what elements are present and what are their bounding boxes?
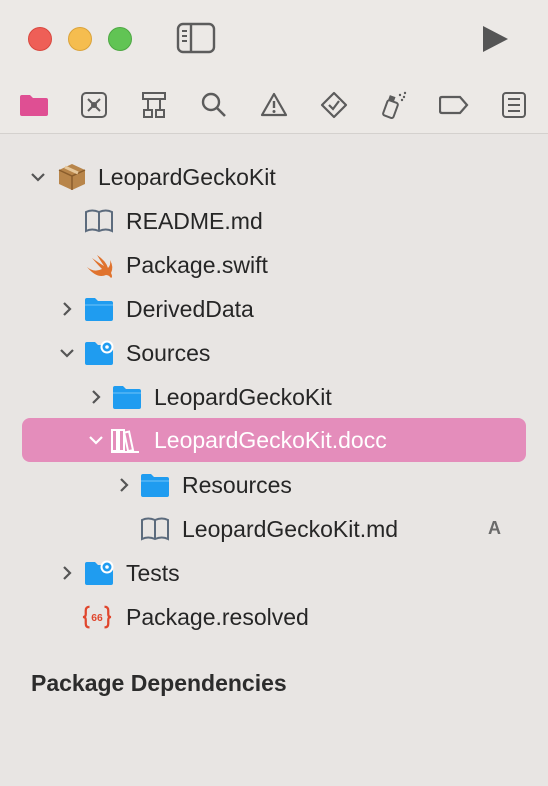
tag-icon[interactable]	[439, 90, 469, 120]
tree-label: Tests	[126, 560, 180, 586]
chevron-right-icon[interactable]	[115, 476, 133, 494]
folder-icon	[141, 474, 169, 497]
chevron-down-icon[interactable]	[58, 344, 76, 362]
chevron-right-icon[interactable]	[58, 300, 76, 318]
folder-gear-icon	[85, 560, 114, 585]
book-icon	[141, 517, 169, 541]
source-control-icon[interactable]	[79, 90, 109, 120]
package-icon	[58, 164, 86, 190]
chevron-right-icon[interactable]	[87, 388, 105, 406]
folder-gear-icon	[85, 340, 114, 365]
book-icon	[85, 209, 113, 233]
source-control-status-badge: A	[488, 518, 501, 538]
chevron-down-icon[interactable]	[87, 431, 105, 449]
chevron-down-icon[interactable]	[29, 168, 47, 186]
tree-row-package-resolved[interactable]: 66 Package.resolved	[0, 595, 548, 639]
spray-icon[interactable]	[379, 90, 409, 120]
tree-row-tests[interactable]: Tests	[0, 551, 548, 595]
tree-row-sources[interactable]: Sources	[0, 331, 548, 375]
list-icon[interactable]	[499, 90, 529, 120]
tree-label: DerivedData	[126, 296, 254, 322]
hierarchy-icon[interactable]	[139, 90, 169, 120]
tree-row-sources-kit[interactable]: LeopardGeckoKit	[0, 375, 548, 419]
tree-row-resources[interactable]: Resources	[0, 463, 548, 507]
run-icon[interactable]	[480, 24, 510, 54]
minimize-button[interactable]	[68, 27, 92, 51]
swift-icon	[87, 255, 113, 278]
diamond-check-icon[interactable]	[319, 90, 349, 120]
tree-row-deriveddata[interactable]: DerivedData	[0, 287, 548, 331]
tree-label: LeopardGeckoKit	[154, 384, 332, 410]
tree-label: LeopardGeckoKit.docc	[154, 427, 387, 453]
tree-row-root[interactable]: LeopardGeckoKit	[0, 155, 548, 199]
sidebar-toggle-icon[interactable]	[176, 22, 216, 54]
folder-icon	[113, 386, 141, 409]
search-icon[interactable]	[199, 90, 229, 120]
folder-icon	[85, 298, 113, 321]
docc-icon	[111, 429, 139, 453]
tree-row-package-swift[interactable]: Package.swift	[0, 243, 548, 287]
tree-label: LeopardGeckoKit.md	[182, 516, 399, 542]
tree-label: Resources	[182, 472, 292, 498]
zoom-button[interactable]	[108, 27, 132, 51]
tree-label: Sources	[126, 340, 211, 366]
json-icon: 66	[82, 605, 112, 629]
tree-label: Package.swift	[126, 252, 268, 278]
chevron-right-icon[interactable]	[58, 564, 76, 582]
tree-label: README.md	[126, 208, 263, 234]
package-dependencies-header[interactable]: Package Dependencies	[31, 670, 287, 697]
navigator-tab-bar	[0, 78, 548, 134]
tree-row-kit-md[interactable]: LeopardGeckoKit.md A	[0, 507, 548, 551]
tree-row-docc[interactable]: LeopardGeckoKit.docc	[0, 418, 548, 462]
close-button[interactable]	[28, 27, 52, 51]
folder-icon[interactable]	[19, 90, 49, 120]
warning-icon[interactable]	[259, 90, 289, 120]
tree-row-readme[interactable]: README.md	[0, 199, 548, 243]
svg-text:66: 66	[91, 613, 103, 624]
tree-label: LeopardGeckoKit	[98, 164, 276, 190]
title-bar	[0, 0, 548, 78]
tree-label: Package.resolved	[126, 604, 309, 630]
